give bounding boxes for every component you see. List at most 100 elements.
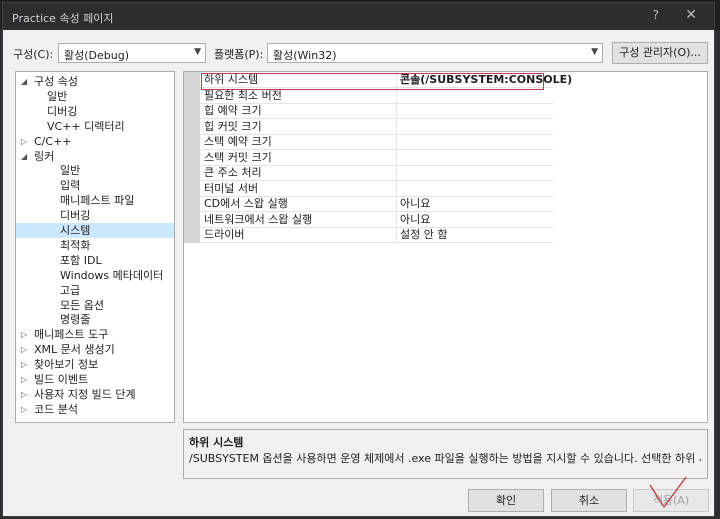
- property-name: 스택 커밋 크기: [204, 150, 272, 164]
- property-name: 큰 주소 처리: [204, 166, 262, 179]
- config-combo[interactable]: 활성(Debug) ▼: [58, 43, 206, 63]
- property-value[interactable]: [396, 135, 556, 150]
- property-row[interactable]: 스택 예약 크기: [200, 135, 553, 150]
- tree-item[interactable]: 명령줄: [16, 312, 174, 327]
- property-row[interactable]: 네트워크에서 스왑 실행 아니요: [200, 212, 556, 228]
- property-name: 스택 예약 크기: [204, 135, 272, 148]
- tree-item-label: 포함 IDL: [60, 253, 102, 267]
- tree-item[interactable]: 모든 옵션: [16, 298, 174, 313]
- property-value[interactable]: [396, 150, 556, 166]
- tree-item[interactable]: 일반: [16, 89, 174, 104]
- expand-arrow-icon[interactable]: ▷: [21, 327, 27, 342]
- property-row[interactable]: CD에서 스왑 실행 아니요: [200, 197, 553, 212]
- tree-item[interactable]: 시스템: [16, 223, 174, 238]
- close-icon[interactable]: ✕: [685, 7, 697, 23]
- property-value[interactable]: 아니요: [396, 197, 556, 212]
- tree-item-label: 고급: [60, 283, 81, 297]
- collapse-arrow-icon[interactable]: ◢: [21, 74, 27, 89]
- ok-button[interactable]: 확인: [468, 489, 544, 512]
- tree-item[interactable]: 입력: [16, 178, 174, 193]
- property-row[interactable]: 큰 주소 처리: [200, 166, 553, 181]
- tree-item-label: 매니페스트 파일: [60, 194, 135, 208]
- property-value[interactable]: [396, 119, 556, 135]
- expand-arrow-icon[interactable]: ▷: [21, 387, 27, 402]
- tree-item[interactable]: ▷ XML 문서 생성기: [16, 342, 174, 357]
- tree-item[interactable]: ▷ 코드 분석: [16, 402, 174, 417]
- tree-item-label: 사용자 지정 빌드 단계: [34, 387, 136, 401]
- tree-item[interactable]: 포함 IDL: [16, 253, 174, 268]
- property-row[interactable]: 드라이버 설정 안 함: [200, 228, 553, 243]
- property-row[interactable]: 하위 시스템 콘솔(/SUBSYSTEM:CONSOLE): [200, 73, 572, 88]
- tree-item-label: 매니페스트 도구: [34, 328, 109, 342]
- tree-item-label: 시스템: [60, 224, 91, 237]
- tree-item[interactable]: 디버깅: [16, 208, 174, 223]
- config-manager-button[interactable]: 구성 관리자(O)...: [612, 42, 708, 64]
- property-row[interactable]: 필요한 최소 버전: [200, 88, 556, 104]
- property-grid[interactable]: 하위 시스템 콘솔(/SUBSYSTEM:CONSOLE) 필요한 최소 버전힙 예…: [183, 71, 708, 423]
- tree-item-label: 디버깅: [60, 209, 91, 223]
- chevron-down-icon: ▼: [591, 47, 598, 57]
- expand-arrow-icon[interactable]: ▷: [21, 357, 27, 372]
- property-value[interactable]: 아니요: [396, 212, 556, 228]
- tree-item[interactable]: ◢ 링커: [16, 149, 174, 164]
- tree-item[interactable]: ▷ 찾아보기 정보: [16, 357, 174, 372]
- config-label: 구성(C):: [13, 48, 54, 61]
- expand-arrow-icon[interactable]: ▷: [21, 134, 27, 149]
- help-icon[interactable]: ?: [653, 8, 659, 22]
- tree-item-label: 찾아보기 정보: [34, 358, 99, 372]
- property-name: 필요한 최소 버전: [204, 88, 282, 102]
- description-text: /SUBSYSTEM 옵션을 사용하면 운영 체제에서 .exe 파일을 실행하…: [189, 452, 701, 465]
- tree-item[interactable]: 디버깅: [16, 104, 174, 119]
- grid-gutter: [184, 72, 200, 243]
- tree-item-label: C/C++: [34, 134, 72, 148]
- platform-label: 플랫폼(P):: [214, 48, 264, 61]
- property-value[interactable]: [396, 104, 556, 119]
- property-row[interactable]: 힙 커밋 크기: [200, 119, 556, 135]
- property-row[interactable]: 스택 커밋 크기: [200, 150, 556, 166]
- tree-item[interactable]: 일반: [16, 163, 174, 178]
- tree-item[interactable]: ▷ C/C++: [16, 134, 174, 149]
- property-value[interactable]: [396, 181, 556, 197]
- tree-item-label: VC++ 디렉터리: [47, 119, 125, 133]
- collapse-arrow-icon[interactable]: ◢: [21, 149, 27, 164]
- cancel-button[interactable]: 취소: [551, 489, 627, 512]
- tree-item-label: 구성 속성: [34, 75, 78, 88]
- description-title: 하위 시스템: [189, 436, 244, 449]
- tree-item[interactable]: VC++ 디렉터리: [16, 119, 174, 134]
- platform-combo-value: 활성(Win32): [273, 49, 337, 62]
- property-value[interactable]: 콘솔(/SUBSYSTEM:CONSOLE): [396, 73, 572, 88]
- property-name: 터미널 서버: [204, 181, 259, 195]
- chevron-down-icon: ▼: [194, 47, 201, 57]
- tree-item-label: 최적화: [60, 238, 91, 252]
- expand-arrow-icon[interactable]: ▷: [21, 402, 27, 417]
- tree-item[interactable]: Windows 메타데이터: [16, 268, 174, 283]
- tree-item[interactable]: 최적화: [16, 238, 174, 253]
- tree-item[interactable]: ▷ 사용자 지정 빌드 단계: [16, 387, 174, 402]
- expand-arrow-icon[interactable]: ▷: [21, 372, 27, 387]
- property-tree[interactable]: ◢ 구성 속성 일반 디버깅 VC++ 디렉터리 ▷ C/C++ ◢ 링커 일반 입력 매니페스트 파…: [15, 71, 175, 423]
- property-pages-dialog: Practice 속성 페이지 ? ✕ 구성(C): 활성(Debug) ▼ 플…: [2, 2, 715, 517]
- tree-item[interactable]: 매니페스트 파일: [16, 193, 174, 208]
- description-panel: 하위 시스템 /SUBSYSTEM 옵션을 사용하면 운영 체제에서 .exe …: [183, 429, 708, 479]
- tree-item-label: XML 문서 생성기: [34, 343, 115, 357]
- tree-item[interactable]: ▷ 빌드 이벤트: [16, 372, 174, 387]
- property-value[interactable]: [396, 88, 556, 104]
- property-row[interactable]: 힙 예약 크기: [200, 104, 553, 119]
- tree-item[interactable]: 고급: [16, 283, 174, 298]
- property-name: 하위 시스템: [204, 73, 259, 86]
- window-title: Practice 속성 페이지: [12, 12, 114, 25]
- platform-combo[interactable]: 활성(Win32) ▼: [267, 43, 603, 63]
- tree-item-label: 코드 분석: [34, 402, 78, 416]
- expand-arrow-icon[interactable]: ▷: [21, 342, 27, 357]
- property-name: 네트워크에서 스왑 실행: [204, 212, 313, 226]
- tree-item-label: 입력: [60, 179, 81, 193]
- property-row[interactable]: 터미널 서버: [200, 181, 556, 197]
- tree-item-label: 모든 옵션: [60, 298, 104, 312]
- property-value[interactable]: [396, 166, 556, 181]
- property-value[interactable]: 설정 안 함: [396, 228, 556, 243]
- property-name: 드라이버: [204, 228, 245, 241]
- property-name: CD에서 스왑 실행: [204, 197, 288, 210]
- checkmark-annotation-icon: [649, 476, 687, 509]
- tree-item[interactable]: ◢ 구성 속성: [16, 74, 174, 89]
- tree-item[interactable]: ▷ 매니페스트 도구: [16, 327, 174, 342]
